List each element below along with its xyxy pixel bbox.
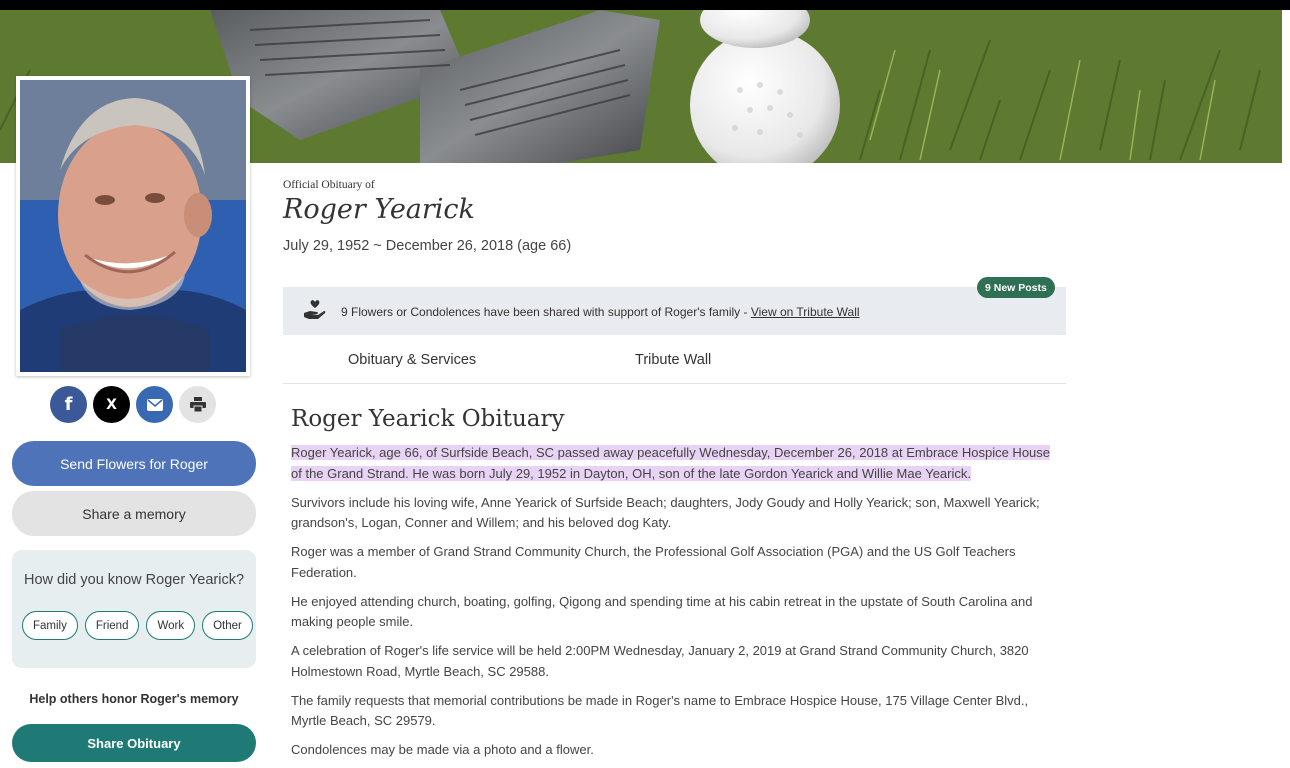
tab-obituary-services[interactable]: Obituary & Services: [348, 352, 476, 368]
chip-friend[interactable]: Friend: [84, 611, 140, 640]
social-share-bar: f X: [50, 386, 216, 424]
relationship-question: How did you know Roger Yearick?: [23, 572, 245, 588]
email-share-button[interactable]: [136, 386, 173, 423]
relationship-box: How did you know Roger Yearick? Family F…: [12, 550, 256, 668]
tribute-text: 9 Flowers or Condolences have been share…: [341, 305, 751, 319]
email-icon: [146, 398, 163, 411]
highlighted-text: Roger Yearick, age 66, of Surfside Beach…: [291, 445, 1051, 481]
chip-family[interactable]: Family: [22, 611, 78, 640]
view-tribute-wall-link[interactable]: View on Tribute Wall: [751, 305, 860, 319]
obituary-heading: Roger Yearick Obituary: [291, 406, 565, 432]
facebook-share-button[interactable]: f: [50, 386, 87, 423]
obituary-paragraph: Roger was a member of Grand Strand Commu…: [291, 544, 1016, 580]
top-bar: [0, 0, 1290, 10]
tribute-message: 9 Flowers or Condolences have been share…: [341, 305, 860, 319]
obituary-paragraph: Survivors include his loving wife, Anne …: [291, 494, 1040, 531]
relationship-chips: Family Friend Work Other: [22, 611, 253, 640]
tribute-banner: 9 Flowers or Condolences have been share…: [283, 287, 1066, 335]
heart-hand-icon: [304, 300, 326, 319]
share-memory-button[interactable]: Share a memory: [12, 491, 256, 536]
obituary-paragraph: The family requests that memorial contri…: [291, 692, 1029, 729]
obituary-paragraph: Condolences may be made via a photo and …: [291, 742, 594, 757]
x-icon: X: [106, 396, 117, 413]
send-flowers-button[interactable]: Send Flowers for Roger: [12, 441, 256, 486]
page-edge: [1282, 10, 1290, 768]
chip-other[interactable]: Other: [202, 611, 253, 640]
official-label: Official Obituary of: [283, 179, 375, 191]
profile-photo: [20, 80, 246, 372]
obituary-body: Roger Yearick, age 66, of Surfside Beach…: [291, 443, 1051, 768]
x-share-button[interactable]: X: [93, 386, 130, 423]
print-button[interactable]: [179, 386, 216, 423]
obituary-paragraph: A celebration of Roger's life service wi…: [291, 643, 1029, 679]
obituary-paragraph: Roger Yearick, age 66, of Surfside Beach…: [291, 443, 1051, 484]
print-icon: [189, 397, 206, 412]
obituary-paragraph: He enjoyed attending church, boating, go…: [291, 593, 1033, 630]
help-honor-text: Help others honor Roger's memory: [29, 692, 239, 706]
deceased-name: Roger Yearick: [283, 194, 475, 225]
chip-work[interactable]: Work: [146, 611, 196, 640]
profile-photo-frame: [16, 76, 250, 376]
tab-tribute-wall[interactable]: Tribute Wall: [635, 352, 711, 368]
content-tabs: Obituary & Services Tribute Wall: [283, 336, 1066, 384]
new-posts-badge[interactable]: 9 New Posts: [977, 277, 1055, 298]
facebook-icon: f: [64, 394, 73, 415]
life-dates: July 29, 1952 ~ December 26, 2018 (age 6…: [283, 238, 572, 254]
share-obituary-button[interactable]: Share Obituary: [12, 724, 256, 762]
